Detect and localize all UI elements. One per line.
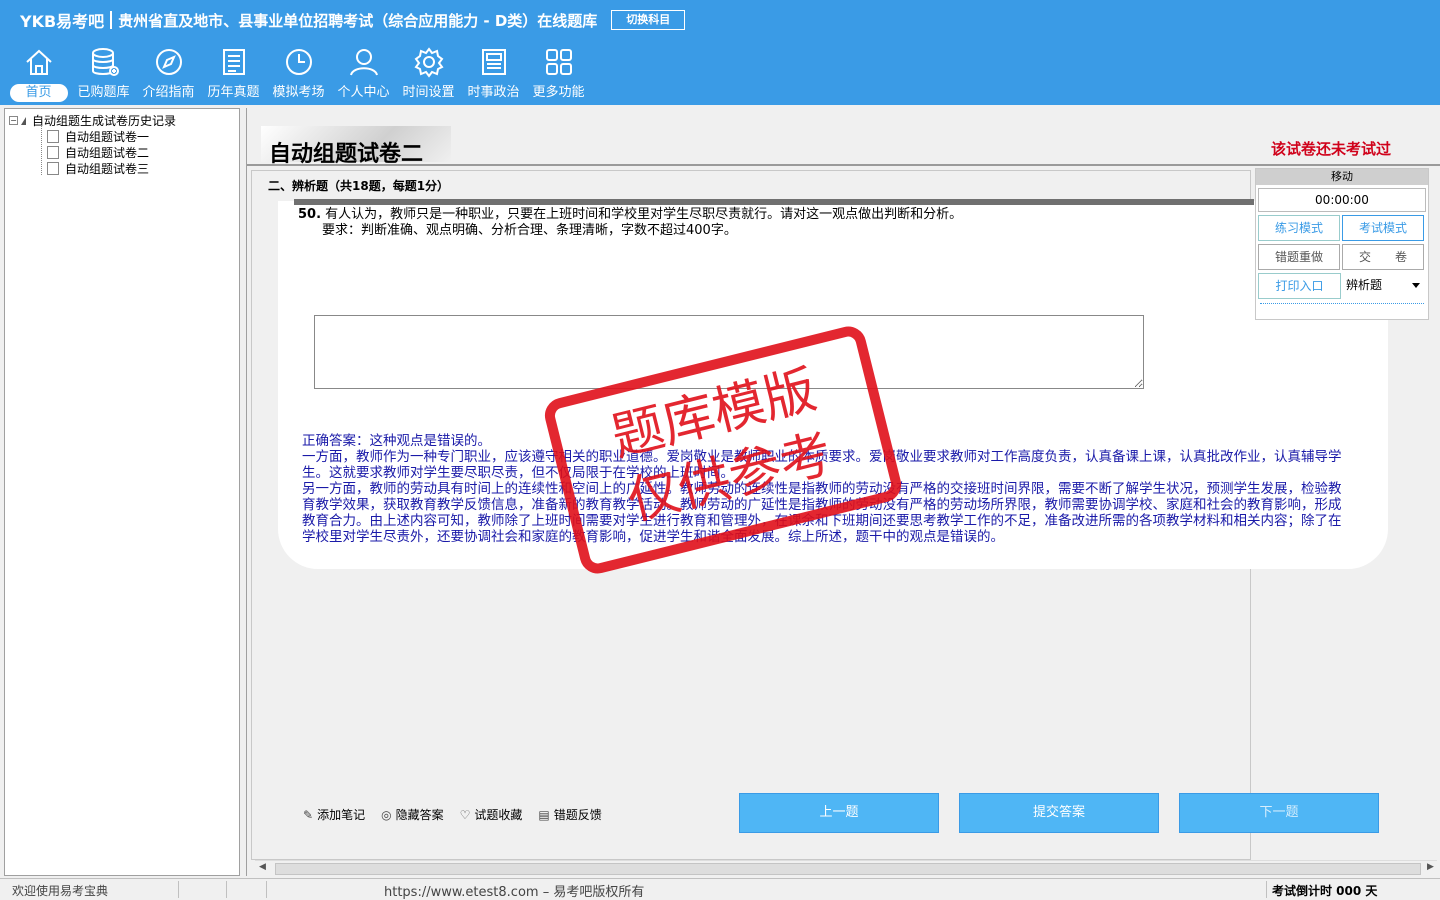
switch-subject-button[interactable]: 切换科目 (611, 10, 686, 30)
folder-arrow-icon (21, 116, 26, 125)
exam-countdown: 考试倒计时 000 天 (1272, 884, 1378, 898)
tool-label: 隐藏答案 (395, 808, 444, 822)
title-separator (110, 11, 113, 29)
nav-purchased[interactable]: 已购题库 (71, 46, 136, 104)
report-icon: ▤ (538, 807, 550, 822)
nav-label: 时间设置 (402, 85, 455, 100)
copyright-text: https://www.etest8.com – 易考吧版权所有 (384, 885, 645, 900)
tree-item-paper-2[interactable]: 自动组题试卷二 (47, 144, 149, 161)
redo-wrong-button[interactable]: 错题重做 (1258, 244, 1340, 270)
submit-answer-button[interactable]: 提交答案 (959, 793, 1159, 833)
status-bar: 欢迎使用易考宝典 https://www.etest8.com – 易考吧版权所… (0, 878, 1440, 900)
next-question-button[interactable]: 下一题 (1179, 793, 1379, 833)
tool-label: 试题收藏 (474, 808, 523, 822)
exam-timer: 00:00:00 (1258, 188, 1426, 212)
title-divider (247, 164, 1440, 166)
print-button[interactable]: 打印入口 (1258, 273, 1341, 299)
main-nav: 首页 已购题库 介绍指南 历年真题 模拟考场 个人中心 时间设置 时事政治 更多… (6, 46, 591, 104)
tree-item-paper-3[interactable]: 自动组题试卷三 (47, 160, 149, 177)
practice-mode-button[interactable]: 练习模式 (1258, 215, 1340, 241)
panel-move-handle[interactable]: 移动 (1256, 169, 1428, 185)
grid-icon (545, 49, 572, 75)
question-tools: ✎ 添加笔记 ◎ 隐藏答案 ♡ 试题收藏 ▤ 错题反馈 (303, 806, 618, 823)
submit-paper-button[interactable]: 交 卷 (1342, 244, 1424, 270)
tree-item-label: 自动组题试卷二 (65, 146, 150, 160)
panel-resize-bar[interactable] (1260, 303, 1424, 307)
hide-answer-tool[interactable]: ◎ 隐藏答案 (381, 806, 444, 823)
app-title: 贵州省直及地市、县事业单位招聘考试（综合应用能力 - D类）在线题库 (118, 11, 598, 30)
nav-label: 更多功能 (532, 85, 585, 100)
exam-status: 该试卷还未考试过 (1271, 140, 1392, 158)
title-row: YKB易考吧 贵州省直及地市、县事业单位招聘考试（综合应用能力 - D类）在线题… (20, 8, 686, 32)
gear-icon (413, 47, 444, 78)
question-requirement: 要求：判断准确、观点明确、分析合理、条理清晰，字数不超过400字。 (322, 223, 737, 238)
prev-question-button[interactable]: 上一题 (739, 793, 939, 833)
logo: YKB易考吧 (20, 12, 105, 31)
collapse-icon[interactable]: − (9, 116, 18, 125)
question-body: 50. 有人认为，教师只是一种职业，只要在上班时间和学校里对学生尽职尽责就行。请… (298, 207, 962, 239)
heart-icon: ♡ (459, 807, 471, 822)
tree-connector (41, 125, 42, 175)
section-heading: 二、辨析题（共18题，每题1分） (268, 179, 450, 193)
tree-item-label: 自动组题试卷一 (65, 130, 150, 144)
status-divider (266, 881, 267, 898)
document-icon (47, 146, 59, 159)
tree-item-label: 自动组题试卷三 (65, 162, 150, 176)
nav-label: 介绍指南 (142, 85, 195, 100)
question-number: 50. (298, 207, 322, 222)
eye-icon: ◎ (381, 807, 392, 822)
scroll-thumb[interactable] (275, 863, 1421, 875)
question-text: 有人认为，教师只是一种职业，只要在上班时间和学校里对学生尽职尽责就行。请对这一观… (325, 207, 963, 222)
pencil-icon: ✎ (303, 807, 314, 822)
status-divider (1266, 881, 1267, 898)
print-row: 打印入口 辨析题 (1258, 273, 1426, 299)
nav-more[interactable]: 更多功能 (526, 46, 591, 104)
nav-mock-exam[interactable]: 模拟考场 (266, 46, 331, 104)
nav-personal-center[interactable]: 个人中心 (331, 46, 396, 104)
question-type-select[interactable]: 辨析题 (1343, 273, 1426, 299)
nav-time-settings[interactable]: 时间设置 (396, 46, 461, 104)
favorite-tool[interactable]: ♡ 试题收藏 (460, 806, 523, 823)
status-divider (226, 881, 227, 898)
document-icon (47, 162, 59, 175)
nav-label: 时事政治 (467, 85, 520, 100)
clock-icon (285, 49, 312, 75)
horizontal-scrollbar[interactable]: ◀ ▶ (255, 860, 1437, 876)
nav-label: 首页 (9, 84, 68, 102)
document-icon (47, 130, 59, 143)
app-header: YKB易考吧 贵州省直及地市、县事业单位招聘考试（综合应用能力 - D类）在线题… (0, 0, 1440, 105)
welcome-text: 欢迎使用易考宝典 (12, 884, 109, 898)
database-icon (91, 48, 119, 76)
action-row: 错题重做 交 卷 (1258, 244, 1426, 270)
nav-label: 已购题库 (77, 85, 130, 100)
question-top-bar (294, 199, 1254, 205)
nav-home[interactable]: 首页 (6, 46, 71, 104)
history-tree: − 自动组题生成试卷历史记录 自动组题试卷一 自动组题试卷二 自动组题试卷三 (4, 108, 240, 876)
home-icon (25, 49, 52, 75)
nav-label: 历年真题 (207, 85, 260, 100)
newspaper-icon (481, 49, 506, 75)
control-panel: 移动 00:00:00 练习模式 考试模式 错题重做 交 卷 打印入口 辨析题 (1255, 168, 1429, 320)
exam-mode-button[interactable]: 考试模式 (1342, 215, 1424, 241)
status-divider (178, 881, 179, 898)
scroll-left-icon[interactable]: ◀ (259, 862, 266, 872)
tree-root-label: 自动组题生成试卷历史记录 (32, 114, 177, 128)
nav-guide[interactable]: 介绍指南 (136, 46, 201, 104)
add-note-tool[interactable]: ✎ 添加笔记 (303, 806, 365, 823)
nav-current-affairs[interactable]: 时事政治 (461, 46, 526, 104)
user-icon (349, 49, 378, 76)
list-icon (222, 49, 245, 75)
tree-item-paper-1[interactable]: 自动组题试卷一 (47, 128, 149, 145)
nav-label: 个人中心 (337, 85, 390, 100)
nav-past-papers[interactable]: 历年真题 (201, 46, 266, 104)
mode-row: 练习模式 考试模式 (1258, 215, 1426, 241)
tool-label: 添加笔记 (317, 808, 366, 822)
nav-label: 模拟考场 (272, 85, 325, 100)
feedback-tool[interactable]: ▤ 错题反馈 (538, 806, 601, 823)
tree-root[interactable]: − 自动组题生成试卷历史记录 (9, 112, 176, 129)
scroll-right-icon[interactable]: ▶ (1427, 862, 1434, 872)
tool-label: 错题反馈 (553, 808, 602, 822)
compass-icon (155, 49, 182, 75)
